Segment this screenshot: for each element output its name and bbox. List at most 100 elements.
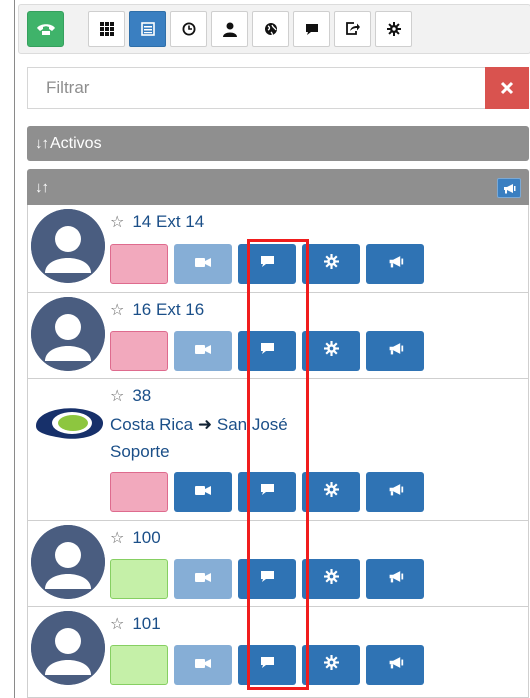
contact-name[interactable]: ☆ 101 <box>110 614 161 634</box>
sort-icon[interactable]: ↓↑ <box>35 179 49 196</box>
list-view-button[interactable] <box>129 11 166 47</box>
activos-header[interactable]: ↓↑ Activos <box>27 126 529 161</box>
gear-icon <box>323 569 339 589</box>
star-icon[interactable]: ☆ <box>110 616 124 633</box>
star-icon[interactable]: ☆ <box>110 388 124 405</box>
settings-button[interactable] <box>375 11 412 47</box>
sort-icon: ↓↑ <box>35 135 49 152</box>
contact-settings-button[interactable] <box>302 645 360 685</box>
video-camera-icon <box>195 483 211 501</box>
chat-button[interactable] <box>238 645 296 685</box>
gear-icon <box>323 341 339 361</box>
video-call-button[interactable] <box>174 559 232 599</box>
broadcast-button[interactable] <box>366 331 424 371</box>
close-icon <box>500 81 514 95</box>
megaphone-icon <box>504 183 516 193</box>
activos-label: Activos <box>50 134 102 152</box>
contact-name[interactable]: ☆ 16 Ext 16 <box>110 300 204 320</box>
broadcast-button[interactable] <box>366 244 424 284</box>
grid-icon <box>99 22 114 36</box>
share-icon <box>346 22 360 35</box>
clear-filter-button[interactable] <box>485 67 529 109</box>
star-icon[interactable]: ☆ <box>110 530 124 547</box>
chat-button[interactable] <box>293 11 330 47</box>
list-icon <box>140 22 155 36</box>
megaphone-icon <box>387 570 404 588</box>
star-icon[interactable]: ☆ <box>110 214 124 231</box>
megaphone-icon <box>387 656 404 674</box>
status-button[interactable] <box>110 244 168 284</box>
contact-actions <box>110 645 424 685</box>
grid-view-button[interactable] <box>88 11 125 47</box>
video-camera-icon <box>195 255 211 273</box>
company-logo <box>30 383 108 461</box>
chat-icon <box>260 570 275 588</box>
toolbar <box>18 4 530 54</box>
chat-button[interactable] <box>238 244 296 284</box>
contact-settings-button[interactable] <box>302 331 360 371</box>
contact-actions <box>110 559 424 599</box>
chat-icon <box>305 23 318 35</box>
arrow-right-icon: ➜ <box>197 415 213 434</box>
status-button[interactable] <box>110 331 168 371</box>
web-button[interactable] <box>252 11 289 47</box>
contact-number: 100 <box>132 528 161 547</box>
chat-button[interactable] <box>238 472 296 512</box>
contact-row: ☆ 14 Ext 14 <box>28 205 528 293</box>
video-call-button[interactable] <box>174 244 232 284</box>
chat-icon <box>260 255 275 273</box>
contact-department: Soporte <box>110 442 170 461</box>
contact-actions <box>110 331 424 371</box>
contact-name[interactable]: ☆ 100 <box>110 528 161 548</box>
video-call-button[interactable] <box>174 331 232 371</box>
contacts-button[interactable] <box>211 11 248 47</box>
user-icon <box>222 22 237 37</box>
contact-row: ☆ 100 <box>28 521 528 607</box>
broadcast-button[interactable] <box>366 472 424 512</box>
video-camera-icon <box>195 656 211 674</box>
chat-button[interactable] <box>238 331 296 371</box>
gear-icon <box>323 482 339 502</box>
filter-input[interactable] <box>28 68 484 108</box>
contact-name[interactable]: ☆ 14 Ext 14 <box>110 212 204 232</box>
route-to: San José <box>216 415 288 434</box>
broadcast-all-button[interactable] <box>497 178 521 198</box>
video-call-button[interactable] <box>174 645 232 685</box>
contact-settings-button[interactable] <box>302 559 360 599</box>
globe-icon <box>264 23 277 36</box>
chat-icon <box>260 483 275 501</box>
chat-icon <box>260 656 275 674</box>
contact-settings-button[interactable] <box>302 244 360 284</box>
broadcast-button[interactable] <box>366 559 424 599</box>
clock-icon <box>182 22 195 36</box>
contact-row: ☆ 16 Ext 16 <box>28 293 528 379</box>
contact-row: ☆ 101 <box>28 607 528 698</box>
contact-number: 16 Ext 16 <box>132 300 205 319</box>
filter-box <box>27 67 529 109</box>
phone-icon <box>36 24 55 35</box>
contact-number: 101 <box>132 614 161 633</box>
share-button[interactable] <box>334 11 371 47</box>
user-avatar <box>31 525 105 599</box>
user-avatar <box>31 297 105 371</box>
gear-icon <box>386 22 401 36</box>
history-button[interactable] <box>170 11 207 47</box>
user-avatar <box>31 209 105 283</box>
megaphone-icon <box>387 255 404 273</box>
star-icon[interactable]: ☆ <box>110 302 124 319</box>
status-button[interactable] <box>110 645 168 685</box>
megaphone-icon <box>387 342 404 360</box>
contact-list: ☆ 14 Ext 14 ☆ 16 Ext 16 ☆ 38 Costa Rica ➜ San … <box>27 205 529 698</box>
chat-button[interactable] <box>238 559 296 599</box>
video-camera-icon <box>195 342 211 360</box>
broadcast-button[interactable] <box>366 645 424 685</box>
contact-name[interactable]: ☆ 38 <box>110 386 151 406</box>
status-button[interactable] <box>110 559 168 599</box>
phone-button[interactable] <box>27 11 64 47</box>
contact-settings-button[interactable] <box>302 472 360 512</box>
contact-actions <box>110 244 424 284</box>
route-from: Costa Rica <box>110 415 194 434</box>
contact-row: ☆ 38 Costa Rica ➜ San José Soporte <box>28 379 528 521</box>
status-button[interactable] <box>110 472 168 512</box>
video-call-button[interactable] <box>174 472 232 512</box>
